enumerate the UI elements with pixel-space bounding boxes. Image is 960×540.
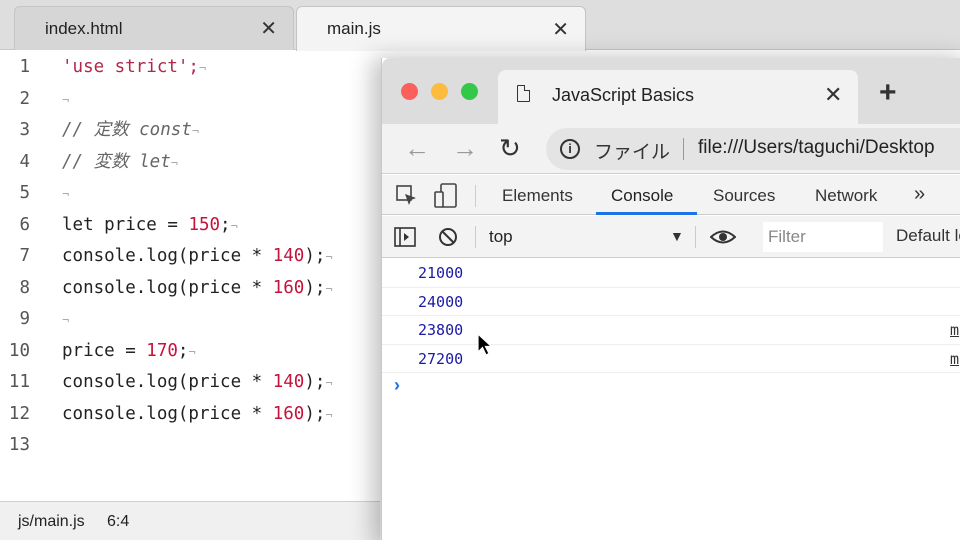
line-number: 13 — [8, 435, 30, 455]
more-tabs-icon[interactable]: » — [914, 183, 925, 206]
line-number: 5 — [19, 183, 30, 203]
back-icon[interactable]: ← — [404, 133, 430, 164]
console-message: 27200 m — [382, 345, 960, 373]
source-link[interactable]: m — [950, 350, 959, 368]
line-number: 2 — [19, 88, 30, 109]
forward-icon[interactable]: → — [452, 133, 478, 164]
line-number: 10 — [8, 340, 30, 361]
console-prompt-icon[interactable]: › — [394, 375, 400, 396]
close-icon[interactable]: ✕ — [824, 82, 842, 108]
browser-title-bar: JavaScript Basics ✕ + — [382, 58, 960, 124]
maximize-window-icon[interactable] — [461, 83, 478, 100]
dropdown-caret-icon[interactable]: ▼ — [670, 228, 684, 244]
context-selector[interactable]: top — [489, 227, 513, 247]
code-line: console.log(price * 160);¬ — [62, 403, 333, 424]
editor-status-bar: js/main.js 6:4 — [0, 501, 380, 540]
code-line: let price = 150;¬ — [62, 214, 238, 235]
editor-tab-label: main.js — [327, 19, 381, 38]
console-message: 24000 — [382, 288, 960, 316]
console-value: 23800 — [418, 321, 464, 339]
console-toolbar: top ▼ Default levels — [382, 216, 960, 258]
inspect-element-icon[interactable] — [396, 185, 418, 207]
browser-window: JavaScript Basics ✕ + ← → ↻ i ファイル file:… — [381, 58, 960, 540]
tab-console[interactable]: Console — [611, 186, 673, 206]
editor-tab-bar: index.html ✕ main.js ✕ — [0, 0, 960, 51]
minimize-window-icon[interactable] — [431, 83, 448, 100]
console-message: 21000 — [382, 259, 960, 288]
log-levels-dropdown[interactable]: Default levels — [896, 226, 960, 246]
close-icon[interactable]: ✕ — [260, 16, 277, 41]
code-line: price = 170;¬ — [62, 340, 196, 361]
console-message: 23800 m — [382, 316, 960, 345]
editor-tab-label: index.html — [45, 18, 123, 38]
clear-console-icon[interactable] — [438, 227, 458, 247]
code-line: console.log(price * 160);¬ — [62, 277, 333, 298]
filter-input[interactable] — [763, 222, 883, 252]
code-line: 'use strict';¬ — [62, 57, 207, 77]
code-editor[interactable]: 'use strict';¬ ¬ // 定数 const¬ // 変数 let¬… — [62, 51, 392, 501]
close-window-icon[interactable] — [401, 83, 418, 100]
sidebar-toggle-icon[interactable] — [394, 227, 416, 247]
line-number: 9 — [19, 309, 30, 329]
editor-tab-main-js[interactable]: main.js ✕ — [296, 6, 586, 51]
active-tab-indicator — [596, 212, 697, 215]
console-value: 27200 — [418, 349, 464, 368]
code-line: console.log(price * 140);¬ — [62, 246, 333, 266]
page-icon — [517, 85, 530, 102]
code-line: // 定数 const¬ — [62, 120, 200, 140]
code-line: ¬ — [62, 313, 70, 327]
line-number: 7 — [19, 246, 30, 266]
line-number: 12 — [8, 403, 30, 424]
tab-sources[interactable]: Sources — [713, 186, 775, 206]
code-line: ¬ — [62, 92, 70, 107]
source-link[interactable]: m — [950, 321, 959, 339]
address-scheme-label: ファイル — [594, 142, 671, 163]
code-line: ¬ — [62, 187, 70, 201]
code-line: console.log(price * 140);¬ — [62, 372, 333, 392]
status-file-path: js/main.js — [18, 513, 85, 530]
tab-elements[interactable]: Elements — [502, 186, 573, 206]
devtools-tab-bar: Elements Console Sources Network » — [382, 175, 960, 215]
reload-icon[interactable]: ↻ — [499, 133, 521, 164]
line-number: 3 — [19, 120, 30, 140]
editor-tab-index-html[interactable]: index.html ✕ — [14, 6, 294, 50]
device-toolbar-icon[interactable] — [434, 183, 458, 209]
address-url[interactable]: file:///Users/taguchi/Desktop — [698, 137, 935, 159]
line-number: 4 — [19, 151, 30, 172]
line-number: 1 — [19, 57, 30, 77]
console-value: 21000 — [418, 264, 464, 282]
status-cursor-position: 6:4 — [107, 513, 130, 530]
code-line: // 変数 let¬ — [62, 151, 178, 172]
tab-network[interactable]: Network — [815, 186, 877, 206]
browser-tab-title: JavaScript Basics — [552, 85, 695, 105]
info-icon[interactable]: i — [560, 139, 580, 159]
eye-icon[interactable] — [710, 228, 736, 246]
browser-tab[interactable]: JavaScript Basics ✕ — [498, 70, 858, 124]
close-icon[interactable]: ✕ — [552, 17, 569, 42]
browser-toolbar: ← → ↻ i ファイル file:///Users/taguchi/Deskt… — [382, 124, 960, 174]
mouse-cursor-icon — [477, 333, 493, 356]
toolbar-divider — [475, 226, 476, 248]
console-output: 21000 24000 23800 m 27200 m › — [382, 259, 960, 540]
console-value: 24000 — [418, 292, 464, 311]
address-bar[interactable]: i ファイル file:///Users/taguchi/Desktop — [546, 128, 960, 170]
line-number: 6 — [19, 214, 30, 235]
line-number: 11 — [8, 372, 30, 392]
new-tab-icon[interactable]: + — [879, 76, 897, 110]
toolbar-divider — [695, 226, 696, 248]
line-number-gutter: 1 2 3 4 5 6 7 8 9 10 11 12 13 — [0, 51, 50, 501]
address-divider — [683, 138, 684, 160]
toolbar-divider — [475, 185, 476, 207]
line-number: 8 — [19, 277, 30, 298]
